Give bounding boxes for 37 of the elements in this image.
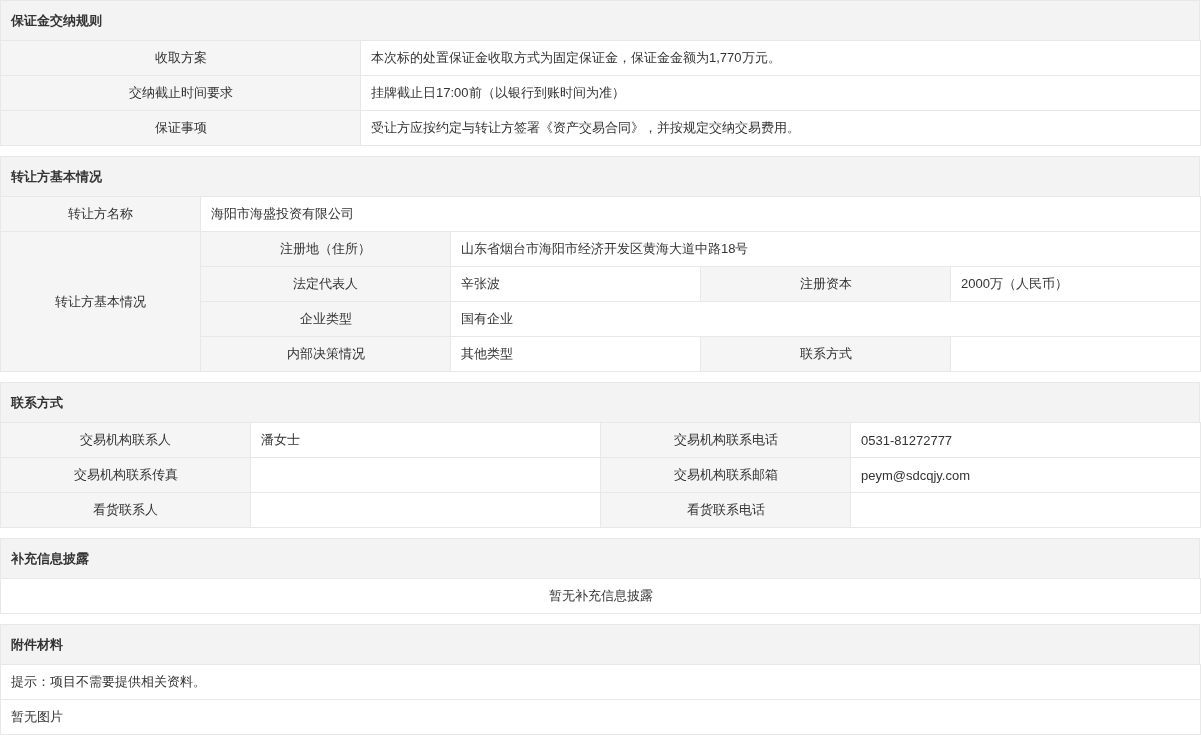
table-cell: 海阳市海盛投资有限公司 xyxy=(200,196,1201,232)
field-label: 注册资本 xyxy=(700,266,951,302)
table-cell: 国有企业 xyxy=(450,301,1201,337)
field-label: 交易机构联系传真 xyxy=(0,457,251,493)
table-cell: peym@sdcqjy.com xyxy=(850,457,1201,493)
field-label: 转让方基本情况 xyxy=(0,231,201,372)
table-cell: 本次标的处置保证金收取方式为固定保证金，保证金金额为1,770万元。 xyxy=(360,40,1201,76)
table-cell: 2000万（人民币） xyxy=(950,266,1201,302)
field-label: 企业类型 xyxy=(200,301,451,337)
section-title: 联系方式 xyxy=(0,382,1200,422)
field-label: 交易机构联系人 xyxy=(0,422,251,458)
field-label: 注册地（住所） xyxy=(200,231,451,267)
field-label: 交易机构联系邮箱 xyxy=(600,457,851,493)
table-cell: 辛张波 xyxy=(450,266,701,302)
field-label: 联系方式 xyxy=(700,336,951,372)
section-title: 附件材料 xyxy=(0,624,1200,664)
field-label: 看货联系电话 xyxy=(600,492,851,528)
table-cell: 暂无图片 xyxy=(0,699,1201,735)
section-title: 保证金交纳规则 xyxy=(0,0,1200,40)
field-label: 交纳截止时间要求 xyxy=(0,75,361,111)
section-title: 转让方基本情况 xyxy=(0,156,1200,196)
field-label: 收取方案 xyxy=(0,40,361,76)
field-label: 保证事项 xyxy=(0,110,361,146)
field-label: 转让方名称 xyxy=(0,196,201,232)
field-label: 法定代表人 xyxy=(200,266,451,302)
table-cell: 潘女士 xyxy=(250,422,601,458)
table-cell: 山东省烟台市海阳市经济开发区黄海大道中路18号 xyxy=(450,231,1201,267)
table-cell: 暂无补充信息披露 xyxy=(0,578,1201,614)
field-label: 交易机构联系电话 xyxy=(600,422,851,458)
table-cell: 0531-81272777 xyxy=(850,422,1201,458)
table-cell: 受让方应按约定与转让方签署《资产交易合同》，并按规定交纳交易费用。 xyxy=(360,110,1201,146)
field-label: 内部决策情况 xyxy=(200,336,451,372)
table-cell: 其他类型 xyxy=(450,336,701,372)
field-label: 看货联系人 xyxy=(0,492,251,528)
section-title: 补充信息披露 xyxy=(0,538,1200,578)
table-cell: 挂牌截止日17:00前（以银行到账时间为准） xyxy=(360,75,1201,111)
table-cell: 提示：项目不需要提供相关资料。 xyxy=(0,664,1201,700)
